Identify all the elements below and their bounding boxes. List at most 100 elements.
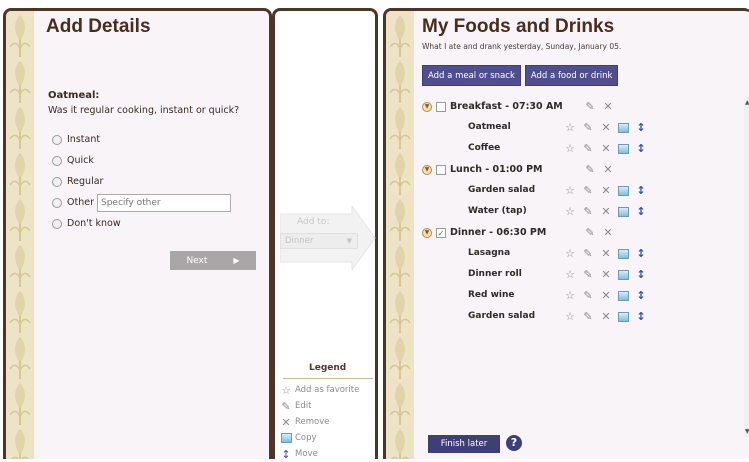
meal-actions: ✎ ✕ [584,163,614,177]
edit-icon[interactable]: ✎ [582,268,594,282]
star-icon[interactable]: ☆ [564,268,576,282]
meal-select-value: Dinner [285,236,314,246]
edit-icon[interactable]: ✎ [582,289,594,303]
legend-list: ☆ Add as favorite ✎ Edit ✕ Remove Copy ↕… [279,382,359,462]
copy-icon[interactable] [618,123,629,133]
other-text-field[interactable] [96,193,231,212]
remove-icon[interactable]: ✕ [600,310,612,324]
food-actions: ☆ ✎ ✕ ↕ [564,310,647,324]
edit-icon[interactable]: ✎ [582,205,594,219]
remove-icon[interactable]: ✕ [600,121,612,135]
scroll-down-icon[interactable]: ▼ [745,428,749,435]
radio-button[interactable] [52,134,62,145]
food-actions: ☆ ✎ ✕ ↕ [564,205,647,219]
star-icon[interactable]: ☆ [564,142,576,156]
remove-icon[interactable]: ✕ [602,163,614,177]
food-actions: ☆ ✎ ✕ ↕ [564,184,647,198]
edit-icon[interactable]: ✎ [582,142,594,156]
star-icon[interactable]: ☆ [564,205,576,219]
add-meal-button[interactable]: Add a meal or snack [422,65,521,86]
meal-checkbox[interactable] [436,101,446,112]
copy-icon[interactable] [618,249,629,259]
edit-icon[interactable]: ✎ [582,247,594,261]
option-instant[interactable]: Instant [52,129,231,150]
copy-icon [279,431,293,446]
meal-name: Breakfast - 07:30 AM [450,101,563,112]
radio-button[interactable] [52,176,62,187]
move-icon[interactable]: ↕ [635,205,647,219]
remove-icon[interactable]: ✕ [600,268,612,282]
food-name: Garden salad [468,311,536,321]
remove-icon[interactable]: ✕ [600,205,612,219]
panel-title: Add Details [46,16,151,37]
finish-later-button[interactable]: Finish later [428,435,500,453]
option-other[interactable]: Other [52,192,231,213]
star-icon[interactable]: ☆ [564,310,576,324]
help-icon[interactable]: ? [506,435,522,451]
copy-icon[interactable] [618,270,629,280]
food-name: Lasagna [468,248,511,258]
remove-icon: ✕ [281,415,291,429]
star-icon[interactable]: ☆ [564,184,576,198]
move-icon[interactable]: ↕ [635,121,647,135]
edit-icon[interactable]: ✎ [584,226,596,240]
play-arrow-icon: ▶ [233,256,240,265]
remove-icon[interactable]: ✕ [600,142,612,156]
meal-row: ▼ ✓ Dinner - 06:30 PM ✎ ✕ [422,223,732,244]
radio-button[interactable] [52,197,62,208]
remove-icon[interactable]: ✕ [602,226,614,240]
meal-checkbox-checked[interactable]: ✓ [436,227,446,238]
meal-actions: ✎ ✕ [584,100,614,114]
radio-button[interactable] [52,218,62,229]
remove-icon[interactable]: ✕ [600,289,612,303]
copy-icon[interactable] [618,207,629,217]
option-label: Other [67,197,94,208]
meal-actions: ✎ ✕ [584,226,614,240]
collapse-toggle-icon[interactable]: ▼ [422,164,432,175]
meal-checkbox[interactable] [436,164,446,175]
decorative-border [6,11,34,459]
option-dont-know[interactable]: Don't know [52,213,231,234]
edit-icon[interactable]: ✎ [584,100,596,114]
add-food-button[interactable]: Add a food or drink [524,65,619,86]
food-name: Oatmeal [468,122,511,132]
decorative-border [386,11,414,459]
remove-icon[interactable]: ✕ [600,184,612,198]
radio-button[interactable] [52,155,62,166]
legend-item: Copy [279,430,359,446]
edit-icon[interactable]: ✎ [584,163,596,177]
star-icon[interactable]: ☆ [564,247,576,261]
option-quick[interactable]: Quick [52,150,231,171]
meal-select[interactable]: Dinner ▼ [280,233,358,249]
move-icon[interactable]: ↕ [635,184,647,198]
copy-icon[interactable] [618,186,629,196]
star-icon[interactable]: ☆ [564,121,576,135]
edit-icon[interactable]: ✎ [582,121,594,135]
star-icon[interactable]: ☆ [564,289,576,303]
remove-icon[interactable]: ✕ [600,247,612,261]
legend-label: Add as favorite [295,385,360,395]
move-icon[interactable]: ↕ [635,289,647,303]
move-icon[interactable]: ↕ [635,268,647,282]
edit-icon[interactable]: ✎ [582,310,594,324]
scrollbar[interactable]: ▲ ▼ [744,97,749,437]
copy-icon[interactable] [618,312,629,322]
next-button[interactable]: Next ▶ [170,251,256,270]
move-icon[interactable]: ↕ [635,310,647,324]
move-icon[interactable]: ↕ [635,247,647,261]
star-icon: ☆ [281,383,291,397]
scroll-up-icon[interactable]: ▲ [745,99,749,106]
copy-icon[interactable] [618,144,629,154]
remove-icon[interactable]: ✕ [602,100,614,114]
my-foods-panel: My Foods and Drinks What I ate and drank… [383,8,749,459]
move-icon[interactable]: ↕ [635,142,647,156]
option-regular[interactable]: Regular [52,171,231,192]
food-row: Garden salad ☆ ✎ ✕ ↕ [422,307,732,328]
copy-icon[interactable] [618,291,629,301]
collapse-toggle-icon[interactable]: ▼ [422,227,432,238]
legend-divider [283,378,373,379]
collapse-toggle-icon[interactable]: ▼ [422,101,432,112]
food-row: Lasagna ☆ ✎ ✕ ↕ [422,244,732,265]
option-label: Regular [67,176,104,187]
edit-icon[interactable]: ✎ [582,184,594,198]
